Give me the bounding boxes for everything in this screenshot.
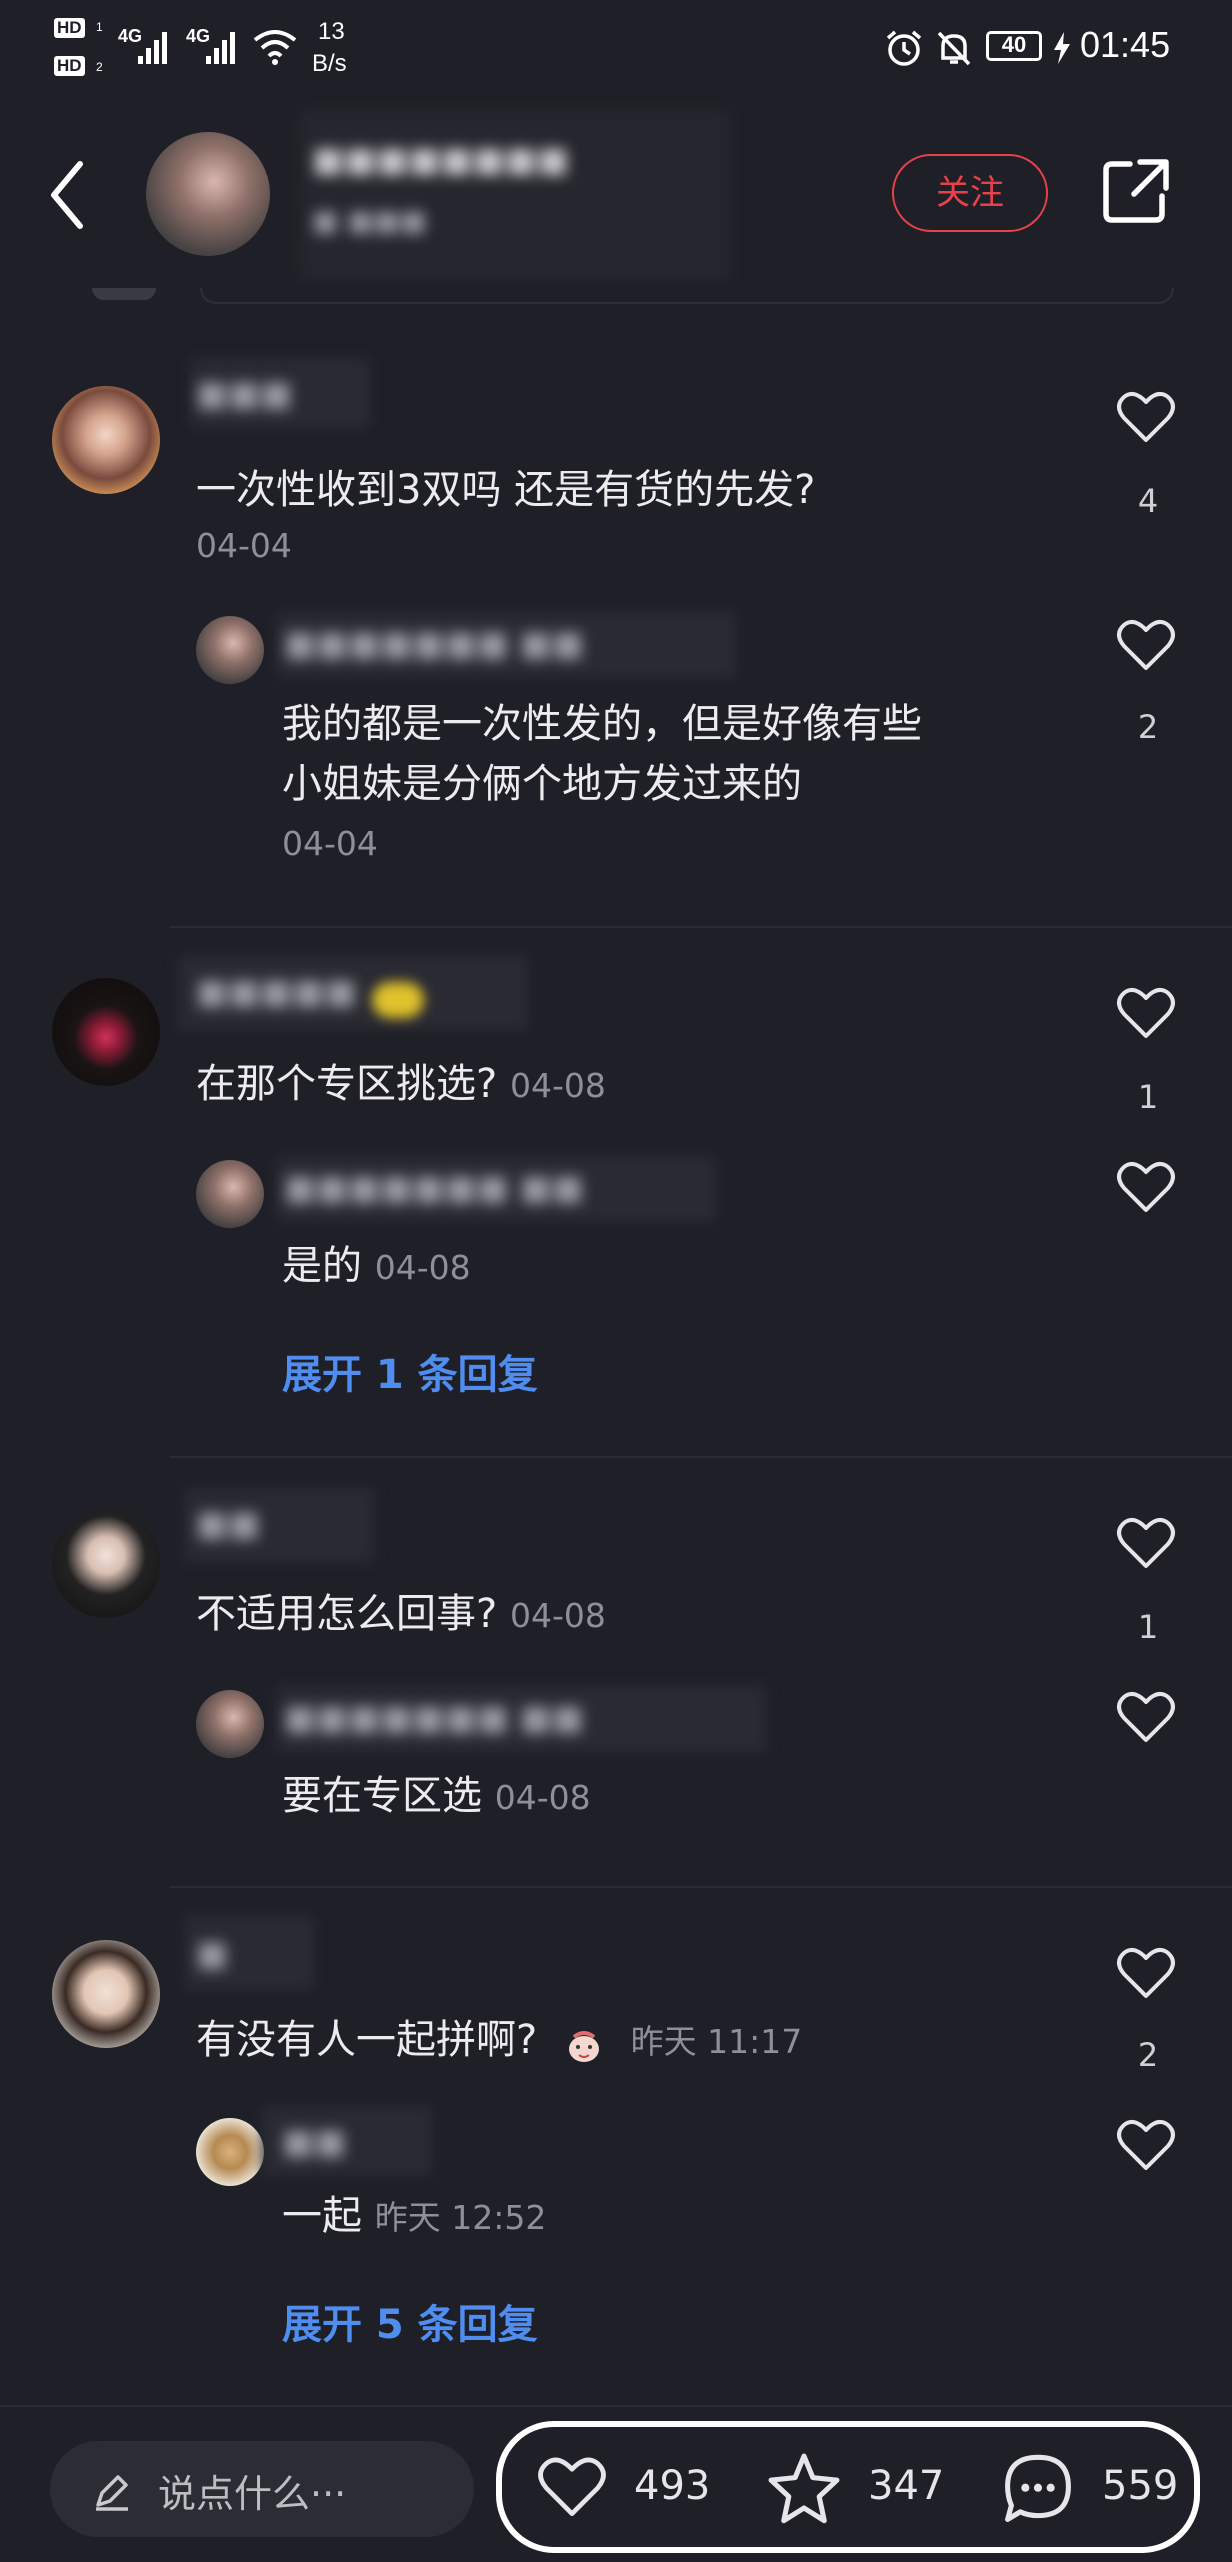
heart-icon[interactable] <box>1116 1158 1176 1218</box>
like-count: 2 <box>1137 708 1159 746</box>
like-count: 4 <box>1137 482 1159 520</box>
author-name-blurred <box>300 110 730 280</box>
net-speed-value: 13 <box>318 18 345 45</box>
heart-icon[interactable] <box>1116 388 1176 448</box>
reply-line[interactable]: 要在专区选 04-08 <box>282 1766 591 1828</box>
comment-date: 04-04 <box>196 526 292 565</box>
comment-total: 559 <box>1102 2463 1179 2509</box>
commenter-avatar[interactable] <box>52 1510 160 1618</box>
expand-replies-link[interactable]: 展开 1 条回复 <box>282 1342 538 1400</box>
comment-text: 有没有人一起拼啊? <box>196 2017 538 2063</box>
mute-bell-icon <box>937 31 971 66</box>
favorite-total: 347 <box>868 2463 945 2509</box>
signal-icon-2 <box>206 32 235 64</box>
commenter-avatar[interactable] <box>52 1940 160 2048</box>
commenter-avatar[interactable] <box>52 386 160 494</box>
emoji-sticker-icon <box>564 2022 604 2062</box>
divider <box>170 1456 1232 1458</box>
reply-date: 04-08 <box>494 1778 591 1817</box>
replier-avatar[interactable] <box>196 2118 264 2186</box>
favorite-star-icon[interactable] <box>764 2451 844 2527</box>
reply-text: 要在专区选 <box>282 1773 482 1819</box>
heart-icon[interactable] <box>1116 616 1176 676</box>
comment-line[interactable]: 有没有人一起拼啊? 昨天 11:17 <box>196 2010 802 2072</box>
heart-icon[interactable] <box>1116 1514 1176 1574</box>
heart-icon[interactable] <box>1116 2116 1176 2176</box>
comment-date: 昨天 11:17 <box>630 2022 803 2061</box>
like-count: 1 <box>1137 1608 1159 1646</box>
like-total: 493 <box>634 2463 711 2509</box>
comment-date: 04-08 <box>509 1596 606 1635</box>
pencil-icon <box>96 2475 128 2511</box>
like-count: 1 <box>1137 1078 1159 1116</box>
net-speed-unit: B/s <box>312 50 347 77</box>
comment-line[interactable]: 在那个专区挑选? 04-08 <box>196 1054 606 1116</box>
comment-input-placeholder: 说点什么··· <box>158 2472 347 2516</box>
reply-date: 04-08 <box>374 1248 471 1287</box>
comment-bubble-icon[interactable] <box>998 2451 1078 2527</box>
battery-level: 40 <box>1001 32 1027 57</box>
clock-time: 01:45 <box>1080 24 1171 65</box>
hd-badge-2: HD <box>54 56 85 76</box>
reply-text: 一起 <box>282 2193 362 2239</box>
divider <box>170 1886 1232 1888</box>
divider <box>170 926 1232 928</box>
badge-blurred <box>372 982 424 1018</box>
comment-line[interactable]: 不适用怎么回事? 04-08 <box>196 1584 606 1646</box>
share-icon[interactable] <box>1100 156 1172 228</box>
replier-avatar[interactable] <box>196 616 264 684</box>
wifi-icon <box>253 30 297 65</box>
back-arrow-icon[interactable] <box>48 160 88 230</box>
author-avatar[interactable] <box>146 132 270 256</box>
charging-icon <box>1054 32 1070 64</box>
comment-text[interactable]: 一次性收到3双吗 还是有货的先发? <box>196 460 815 520</box>
hd-badge-1: HD <box>54 18 85 38</box>
replier-avatar[interactable] <box>196 1690 264 1758</box>
like-count: 2 <box>1137 2036 1159 2074</box>
reply-text: 是的 <box>282 1243 362 1289</box>
expand-replies-link[interactable]: 展开 5 条回复 <box>282 2292 538 2350</box>
reply-date: 昨天 12:52 <box>374 2198 547 2237</box>
like-heart-icon[interactable] <box>534 2453 610 2523</box>
reply-date: 04-04 <box>282 824 378 863</box>
alarm-icon <box>886 30 922 66</box>
battery-icon: 40 <box>986 31 1042 61</box>
reply-line[interactable]: 是的 04-08 <box>282 1236 471 1298</box>
heart-icon[interactable] <box>1116 1688 1176 1748</box>
reply-text-line1[interactable]: 我的都是一次性发的，但是好像有些 <box>282 694 922 754</box>
heart-icon[interactable] <box>1116 1944 1176 2004</box>
status-bar: HD 1 HD 2 4G 4G 13 B/s 40 01:45 <box>0 0 1232 100</box>
comment-text: 在那个专区挑选? <box>196 1061 498 1107</box>
comment-text: 不适用怎么回事? <box>196 1591 498 1637</box>
bottom-action-bar: 说点什么··· 493 347 559 <box>0 2405 1232 2562</box>
comment-input[interactable]: 说点什么··· <box>50 2441 474 2537</box>
reply-text-line2[interactable]: 小姐妹是分俩个地方发过来的 <box>282 754 802 814</box>
comment-date: 04-08 <box>509 1066 606 1105</box>
reply-line[interactable]: 一起 昨天 12:52 <box>282 2186 546 2248</box>
replier-avatar[interactable] <box>196 1160 264 1228</box>
top-header: ■■■■■■■■ ■ ■■■ 关注 <box>0 100 1232 290</box>
follow-button[interactable]: 关注 <box>892 154 1048 232</box>
signal-icon-1 <box>138 32 167 64</box>
commenter-avatar[interactable] <box>52 978 160 1086</box>
engagement-counters: 493 347 559 <box>496 2421 1200 2553</box>
heart-icon[interactable] <box>1116 984 1176 1044</box>
